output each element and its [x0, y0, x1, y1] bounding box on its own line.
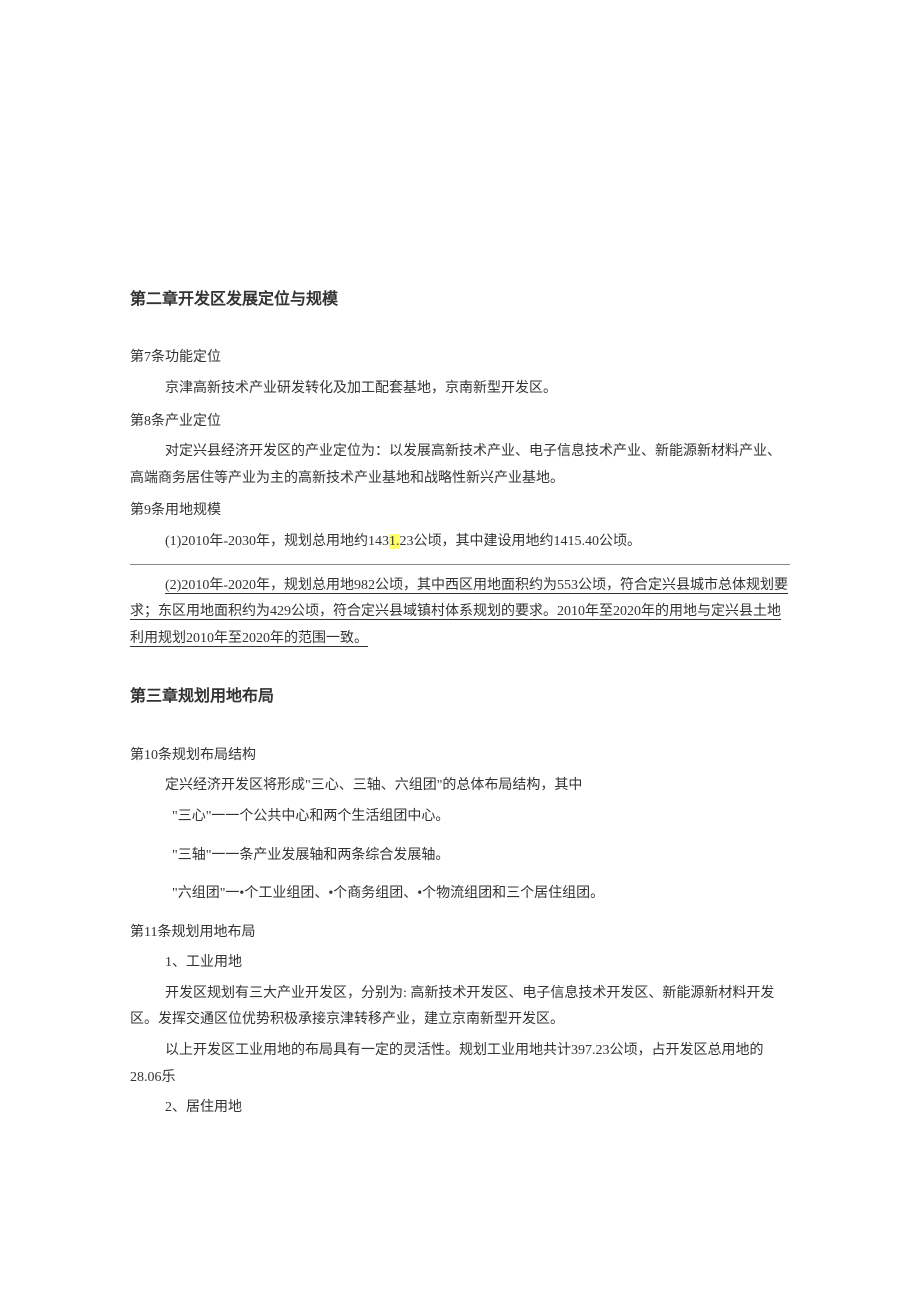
article-9-para-1: (1)2010年-2030年，规划总用地约1431.23公顷，其中建设用地约14… [130, 529, 790, 556]
article-10-para-3: "三轴"一一条产业发展轴和两条综合发展轴。 [130, 843, 790, 870]
article-9-p2-underlined: (2)2010年-2020年，规划总用地982公顷，其中西区用地面积约为553公… [130, 578, 788, 646]
article-8-para-1: 对定兴县经济开发区的产业定位为：以发展高新技术产业、电子信息技术产业、新能源新材… [130, 439, 790, 492]
article-9-title: 第9条用地规模 [130, 498, 790, 525]
article-9-p1-prefix: (1)2010年-2030年，规划总用地约143 [165, 534, 389, 549]
article-11-para-2: 开发区规划有三大产业开发区，分别为: 高新技术开发区、电子信息技术开发区、新能源… [130, 981, 790, 1034]
article-11-title: 第11条规划用地布局 [130, 920, 790, 947]
article-10-title: 第10条规划布局结构 [130, 743, 790, 770]
article-10-para-2: "三心"一一个公共中心和两个生活组团中心。 [130, 804, 790, 831]
article-10-para-1: 定兴经济开发区将形成"三心、三轴、六组团"的总体布局结构，其中 [130, 773, 790, 800]
article-11-para-4: 2、居住用地 [130, 1095, 790, 1122]
divider-line [130, 564, 790, 565]
chapter-2-title: 第二章开发区发展定位与规模 [130, 285, 790, 315]
article-9-p1-highlight: 1. [389, 534, 400, 549]
article-9-p1-suffix: 23公顷，其中建设用地约1415.40公顷。 [400, 534, 642, 549]
article-11-para-1: 1、工业用地 [130, 950, 790, 977]
article-7-title: 第7条功能定位 [130, 345, 790, 372]
article-9-para-2: (2)2010年-2020年，规划总用地982公顷，其中西区用地面积约为553公… [130, 573, 790, 653]
article-7-para-1: 京津高新技术产业研发转化及加工配套基地，京南新型开发区。 [130, 376, 790, 403]
article-11-para-3: 以上开发区工业用地的布局具有一定的灵活性。规划工业用地共计397.23公顷，占开… [130, 1038, 790, 1091]
article-10-para-4: "六组团"一•个工业组团、•个商务组团、•个物流组团和三个居住组团。 [130, 881, 790, 908]
article-8-title: 第8条产业定位 [130, 409, 790, 436]
chapter-3-title: 第三章规划用地布局 [130, 682, 790, 712]
